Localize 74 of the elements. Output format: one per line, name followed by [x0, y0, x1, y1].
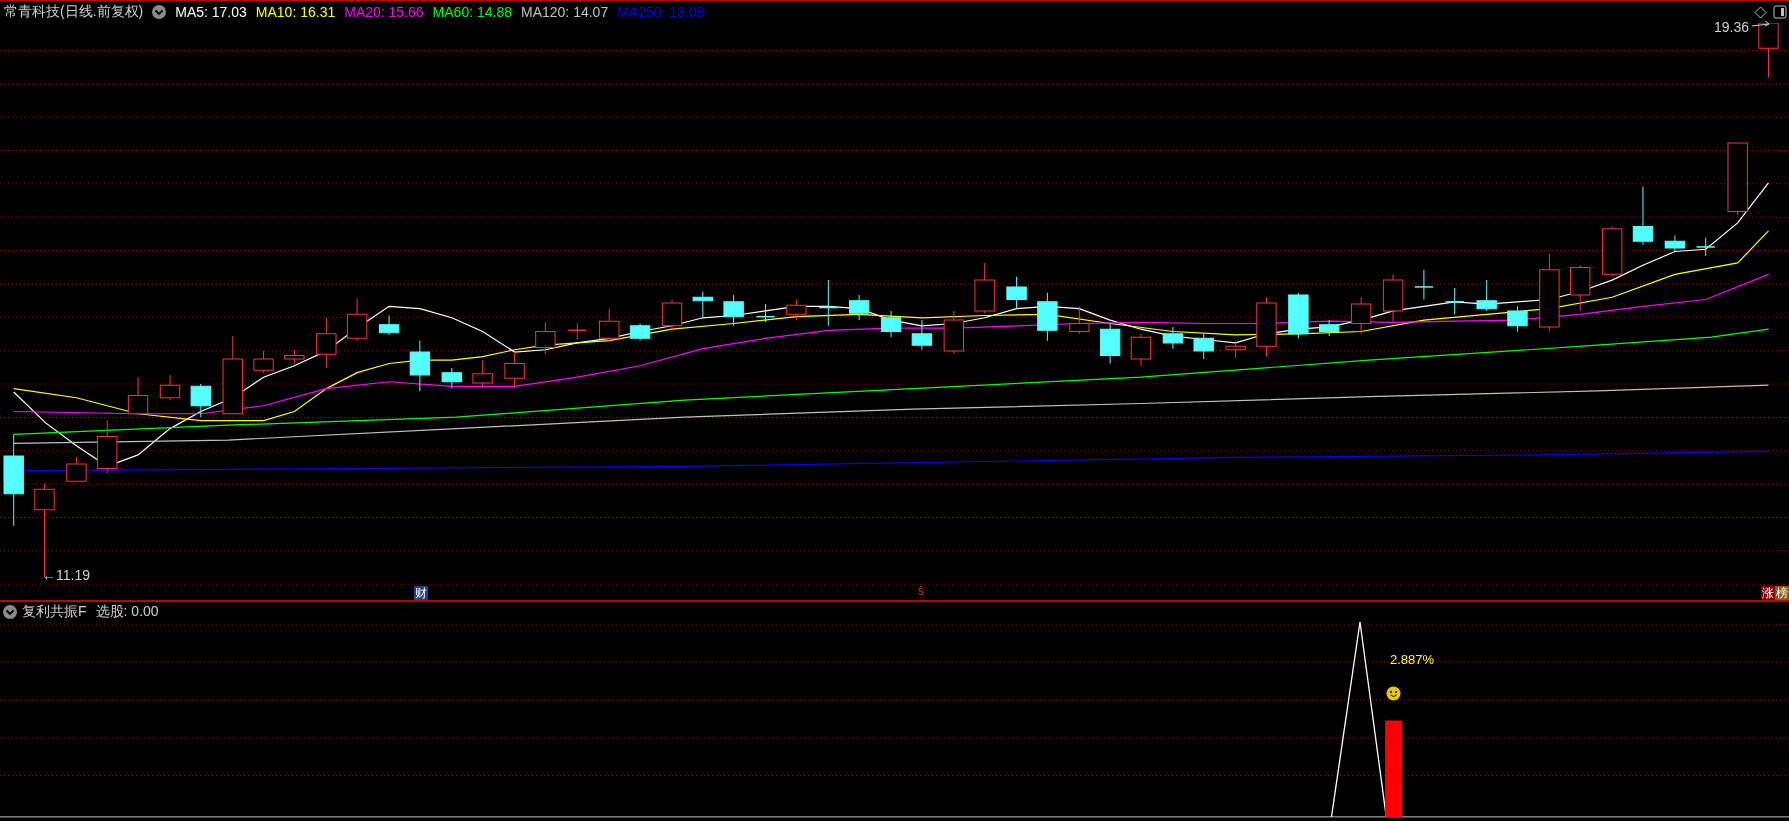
candlestick [159, 374, 181, 401]
candlestick [97, 420, 118, 474]
candlestick [1382, 273, 1404, 323]
candlestick [1664, 235, 1686, 252]
candlestick [1288, 292, 1309, 339]
candlestick [1507, 305, 1528, 332]
candlestick [316, 317, 337, 369]
limit-up-marker: 涨 [1761, 586, 1775, 600]
candlestick [1256, 296, 1277, 358]
candlestick [378, 315, 400, 336]
candlestick [66, 456, 87, 482]
candlestick [943, 310, 965, 355]
candlestick [1225, 340, 1246, 359]
candlestick [504, 351, 525, 387]
candlestick [786, 299, 807, 321]
candlestick [848, 294, 870, 321]
candlestick [1350, 296, 1372, 335]
candlestick [1695, 237, 1716, 257]
candlestick [974, 262, 995, 314]
panel-toggle-icon[interactable] [1773, 5, 1787, 19]
candlestick [692, 291, 713, 319]
candlestick [911, 319, 933, 351]
candlestick [1319, 319, 1340, 337]
candlestick [1006, 276, 1027, 310]
candlestick [253, 350, 274, 374]
candlestick [1758, 23, 1779, 79]
candlestick [1193, 333, 1214, 360]
candlestick [880, 310, 902, 338]
moving-average-label: MA20: 15.66 [344, 4, 424, 20]
candlestick [818, 279, 839, 327]
moving-average-label: MA60: 14.88 [432, 4, 512, 20]
candlestick [190, 383, 211, 418]
price-label: 19.36 [1714, 19, 1750, 35]
indicator-title: 复利共振F [22, 603, 87, 621]
percent-annotation: 2.887% [1390, 652, 1435, 667]
chart-title: 常青科技(日线.前复权) [4, 3, 144, 21]
dropdown-chevron-icon[interactable] [152, 5, 167, 19]
ranking-marker: 榜 [1775, 586, 1789, 600]
candlestick [567, 323, 588, 340]
candlestick [1037, 292, 1058, 342]
diamond-icon[interactable] [1754, 6, 1767, 19]
candlestick [629, 323, 651, 342]
candlestick [1570, 264, 1591, 312]
candlestick [1632, 185, 1654, 246]
candlestick [755, 303, 776, 323]
candlestick [1444, 287, 1465, 315]
candlestick [1162, 326, 1184, 350]
candlestick [535, 321, 556, 355]
dropdown-chevron-icon[interactable] [3, 605, 17, 619]
candlestick [284, 349, 305, 364]
indicator-output: 选股: 0.00 [95, 603, 159, 621]
moving-average-label: MA10: 16.31 [255, 4, 336, 20]
candlestick [472, 359, 493, 387]
pointer-arrow-icon [1752, 21, 1770, 29]
candlestick [1069, 305, 1090, 335]
candlestick [661, 299, 683, 332]
candlestick [1476, 279, 1497, 312]
moving-average-label: MA120: 14.07 [521, 4, 609, 20]
candlestick [1601, 225, 1623, 278]
candlestick [1414, 269, 1434, 300]
candlestick [409, 340, 431, 392]
moving-average-label: MA5: 17.03 [175, 4, 247, 20]
finance-marker: 财 [414, 586, 428, 600]
candlestick [723, 294, 744, 327]
candlestick [441, 367, 462, 390]
candlestick [127, 376, 149, 415]
candlestick [599, 308, 620, 342]
candlestick [346, 297, 368, 342]
event-marker: ŝ [917, 584, 925, 598]
candlestick [1099, 323, 1121, 364]
candlestick [1130, 333, 1152, 367]
moving-average-label: MA250: 13.08 [617, 4, 705, 20]
smiley-icon [1386, 686, 1401, 701]
price-label: ←11.19 [42, 567, 90, 583]
